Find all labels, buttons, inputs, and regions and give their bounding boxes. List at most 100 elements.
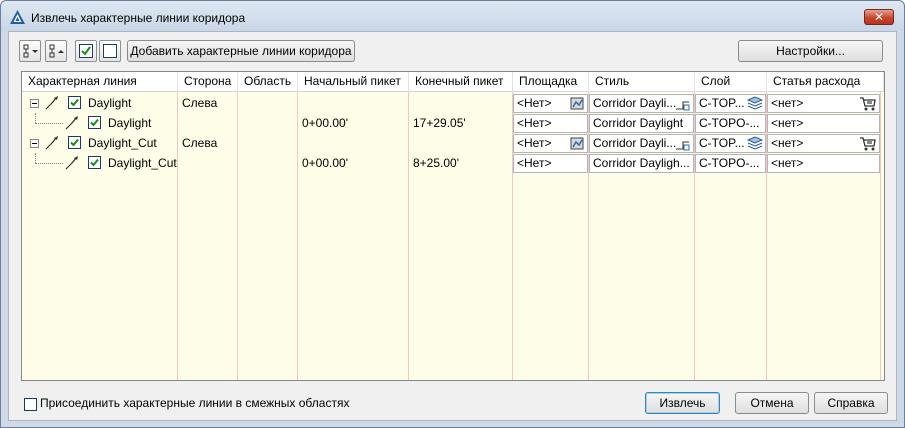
column-header-region[interactable]: Область [238,72,298,92]
pay-item-combo[interactable]: <нет> [767,94,880,113]
help-button[interactable]: Справка [814,392,888,414]
side-cell: Слева [182,136,218,150]
site-field[interactable]: <Нет> [513,114,588,133]
collapse-all-icon [49,44,64,58]
extract-button[interactable]: Извлечь [645,392,720,414]
style-value: Corridor Daylight [593,116,684,130]
pay-item-value: <нет> [771,96,804,110]
dialog-client-area: Добавить характерные линии коридора Наст… [8,31,897,421]
column-header-site[interactable]: Площадка [513,72,589,92]
style-value: Corridor Dayli... [593,96,677,110]
table-row[interactable]: Daylight_Cut 0+00.00' 8+25.00' <Нет> Cor… [22,153,884,173]
row-checkbox[interactable] [88,116,101,129]
pay-item-value: <нет> [771,156,804,170]
grid-header: Характерная линия Сторона Область Началь… [22,72,884,92]
layer-value: C-TOP... [699,136,745,150]
column-header-layer[interactable]: Слой [695,72,767,92]
title-bar[interactable]: Извлечь характерные линии коридора ✕ [1,1,904,31]
site-combo[interactable]: <Нет> [513,94,588,113]
tree-connector [35,123,63,124]
end-station-cell: 17+29.05' [413,116,466,130]
style-value: Corridor Dayli... [593,136,677,150]
join-adjacent-label: Присоединить характерные линии в смежных… [40,396,350,410]
column-header-feature-line[interactable]: Характерная линия [22,72,178,92]
feature-lines-grid[interactable]: Характерная линия Сторона Область Началь… [21,71,885,381]
site-value: <Нет> [517,116,552,130]
collapse-toggle[interactable] [30,99,39,108]
style-field[interactable]: Corridor Daylight [589,114,694,133]
layers-icon [747,136,763,150]
site-combo[interactable]: <Нет> [513,134,588,153]
style-combo[interactable]: Corridor Dayli... [589,94,694,113]
feature-line-name: Daylight [88,96,132,110]
collapse-all-button[interactable] [45,40,67,62]
start-station-cell: 0+00.00' [302,116,349,130]
start-station-cell: 0+00.00' [302,156,349,170]
pay-item-combo[interactable]: <нет> [767,134,880,153]
row-checkbox[interactable] [88,156,101,169]
table-row[interactable]: Daylight 0+00.00' 17+29.05' <Нет> Corrid… [22,113,884,133]
checked-box-icon [79,44,93,58]
column-header-side[interactable]: Сторона [178,72,238,92]
pay-item-field[interactable]: <нет> [767,154,880,173]
table-row[interactable]: Daylight_Cut Слева <Нет> Corridor Dayli.… [22,133,884,153]
pay-item-cart-icon [860,137,876,151]
pay-item-value: <нет> [771,136,804,150]
side-cell: Слева [182,96,218,110]
table-row[interactable]: Daylight Слева <Нет> Corridor Dayli... C… [22,93,884,113]
uncheck-all-button[interactable] [99,40,121,62]
expand-all-icon [23,44,38,58]
site-field[interactable]: <Нет> [513,154,588,173]
checkmark-icon [70,138,79,147]
layer-value: C-TOPO-... [699,116,760,130]
expand-all-button[interactable] [19,40,41,62]
tree-connector [35,163,63,164]
layer-combo[interactable]: C-TOP... [695,134,766,153]
pay-item-field[interactable]: <нет> [767,114,880,133]
style-value: Corridor Dayligh... [593,156,690,170]
column-header-end-station[interactable]: Конечный пикет [409,72,513,92]
site-value: <Нет> [517,136,552,150]
site-value: <Нет> [517,96,552,110]
check-all-button[interactable] [75,40,97,62]
site-icon [570,97,584,110]
style-field[interactable]: Corridor Dayligh... [589,154,694,173]
checkmark-icon [90,118,99,127]
cancel-button[interactable]: Отмена [735,392,809,414]
close-button[interactable]: ✕ [864,9,894,25]
dialog-window: Извлечь характерные линии коридора ✕ Доб… [0,0,905,428]
feature-line-icon [45,136,58,150]
site-icon [570,137,584,150]
style-icon [676,141,690,151]
window-title: Извлечь характерные линии коридора [31,11,246,25]
checkmark-icon [70,98,79,107]
column-header-style[interactable]: Стиль [589,72,695,92]
tree-connector [35,153,36,163]
feature-line-name: Daylight [108,116,152,130]
row-checkbox[interactable] [68,96,81,109]
layer-value: C-TOPO-... [699,156,760,170]
layer-field[interactable]: C-TOPO-... [695,114,766,133]
feature-line-icon [45,96,58,110]
layer-field[interactable]: C-TOPO-... [695,154,766,173]
empty-box-icon [103,44,117,58]
join-adjacent-checkbox[interactable] [24,398,37,411]
settings-button[interactable]: Настройки... [738,40,883,62]
civil3d-app-icon [10,10,25,24]
checkmark-icon [90,158,99,167]
feature-line-icon [65,156,78,170]
column-header-start-station[interactable]: Начальный пикет [298,72,409,92]
layer-value: C-TOP... [699,96,745,110]
feature-line-name: Daylight_Cut [88,136,157,150]
style-combo[interactable]: Corridor Dayli... [589,134,694,153]
pay-item-value: <нет> [771,116,804,130]
style-icon [676,101,690,111]
column-header-pay-item[interactable]: Статья расхода [767,72,884,92]
tree-connector [35,113,36,123]
add-feature-lines-button[interactable]: Добавить характерные линии коридора [127,40,355,62]
site-value: <Нет> [517,156,552,170]
end-station-cell: 8+25.00' [413,156,460,170]
row-checkbox[interactable] [68,136,81,149]
collapse-toggle[interactable] [30,139,39,148]
layer-combo[interactable]: C-TOP... [695,94,766,113]
